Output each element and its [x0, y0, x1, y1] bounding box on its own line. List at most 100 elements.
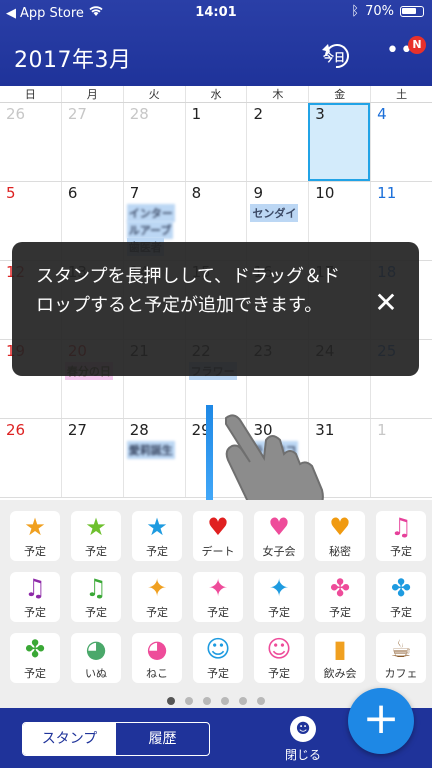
stamp-label: 予定 [390, 606, 412, 619]
stamp-icon: ☕ [390, 635, 412, 663]
stamp-item[interactable]: ✦ 予定 [132, 572, 182, 622]
stamp-item[interactable]: ✤ 予定 [376, 572, 426, 622]
stamp-icon: ♥ [268, 513, 290, 541]
page-dot[interactable] [167, 697, 175, 705]
stamp-item[interactable]: ✤ 予定 [315, 572, 365, 622]
stamp-item[interactable]: ★ 予定 [71, 511, 121, 561]
app-header: ◀ App Store 14:01 ᛒ 70% 2017年3月 今日 ••• N [0, 0, 432, 86]
stamp-item[interactable]: ☺ 予定 [193, 633, 243, 683]
stamp-label: いぬ [85, 667, 107, 680]
calendar-day[interactable]: 28 [122, 103, 185, 181]
day-number: 1 [191, 105, 202, 123]
notification-badge[interactable]: N [408, 36, 426, 54]
calendar-day[interactable]: 1 [184, 103, 247, 181]
battery-percent: 70% [365, 4, 394, 19]
stamp-label: 予定 [207, 606, 229, 619]
day-number: 27 [67, 421, 87, 439]
calendar-day[interactable]: 2 [246, 103, 308, 181]
close-palette-button[interactable]: ☻ 閉じる [280, 716, 326, 763]
stamp-item[interactable]: ♫ 予定 [71, 572, 121, 622]
calendar-day[interactable]: 1 [370, 419, 432, 497]
stamp-item[interactable]: ◕ いぬ [71, 633, 121, 683]
day-number: 26 [6, 421, 26, 439]
stamp-label: 予定 [85, 606, 107, 619]
stamp-icon: ★ [24, 513, 46, 541]
stamp-icon: ✤ [329, 574, 351, 602]
calendar-day-selected[interactable]: 3 [308, 103, 371, 181]
calendar-week: 26 27 28 1 2 3 4 [0, 103, 432, 182]
stamp-label: カフェ [384, 667, 418, 680]
page-dot[interactable] [239, 697, 247, 705]
page-dot[interactable] [221, 697, 229, 705]
stamp-icon: ☺ [266, 635, 292, 663]
stamp-item[interactable]: ♥ 女子会 [254, 511, 304, 561]
stamp-item[interactable]: ☺ 予定 [254, 633, 304, 683]
stamp-label: 予定 [146, 606, 168, 619]
stamp-item[interactable]: ♥ 秘密 [315, 511, 365, 561]
stamp-item[interactable]: ♥ デート [193, 511, 243, 561]
weekday-label: 日 [24, 88, 36, 101]
stamp-label: デート [201, 545, 235, 558]
calendar-day[interactable]: 26 [0, 103, 61, 181]
stamp-item[interactable]: ✦ 予定 [254, 572, 304, 622]
smile-icon: ☻ [290, 716, 316, 742]
stamp-label: 予定 [146, 545, 168, 558]
tutorial-toast: スタンプを長押しして、ドラッグ＆ドロップすると予定が追加できます。 ✕ [12, 242, 419, 376]
day-number: 1 [377, 421, 387, 439]
stamp-label: 秘密 [329, 545, 351, 558]
tab-history[interactable]: 履歴 [116, 723, 209, 755]
stamp-icon: ◕ [85, 635, 107, 663]
add-button[interactable]: + [348, 688, 414, 754]
close-icon[interactable]: ✕ [366, 286, 406, 319]
stamp-icon: ✦ [268, 574, 290, 602]
segment-control: スタンプ 履歴 [22, 722, 210, 756]
calendar-day[interactable]: 26 [0, 419, 61, 497]
stamp-icon: ♫ [85, 574, 107, 602]
weekday-label: 月 [60, 86, 123, 102]
page-dot[interactable] [257, 697, 265, 705]
day-number: 4 [377, 105, 387, 123]
stamp-label: 女子会 [262, 545, 296, 558]
calendar-event[interactable]: ルアーブ [126, 221, 174, 239]
calendar-day[interactable]: 27 [60, 103, 123, 181]
calendar-day[interactable]: 28 愛莉誕生 [122, 419, 185, 497]
page-dot[interactable] [185, 697, 193, 705]
calendar-event[interactable]: センダイ [250, 204, 299, 222]
stamp-icon: ♫ [24, 574, 46, 602]
page-dot[interactable] [203, 697, 211, 705]
stamp-icon: ★ [146, 513, 168, 541]
stamp-label: ねこ [146, 667, 168, 680]
stamp-icon: ✤ [390, 574, 412, 602]
stamp-label: 予定 [268, 667, 290, 680]
stamp-item[interactable]: ◕ ねこ [132, 633, 182, 683]
today-button[interactable]: 今日 [320, 40, 352, 72]
stamp-item[interactable]: ✦ 予定 [193, 572, 243, 622]
stamp-label: 予定 [85, 545, 107, 558]
stamp-icon: ♥ [329, 513, 351, 541]
tab-stamp[interactable]: スタンプ [23, 723, 116, 755]
stamp-item[interactable]: ♫ 予定 [376, 511, 426, 561]
stamp-item[interactable]: ♫ 予定 [10, 572, 60, 622]
toast-message: スタンプを長押しして、ドラッグ＆ドロップすると予定が追加できます。 [36, 266, 341, 316]
stamp-item[interactable]: ✤ 予定 [10, 633, 60, 683]
stamp-item[interactable]: ★ 予定 [10, 511, 60, 561]
day-number: 10 [315, 184, 335, 202]
stamp-icon: ★ [85, 513, 107, 541]
weekday-header: 日 月 火 水 木 金 土 [0, 86, 432, 103]
stamp-label: 予定 [24, 667, 46, 680]
calendar-day[interactable]: 27 [60, 419, 123, 497]
stamp-label: 予定 [329, 606, 351, 619]
day-number: 28 [129, 105, 149, 123]
stamp-icon: ♫ [390, 513, 412, 541]
stamp-item[interactable]: ☕ カフェ [376, 633, 426, 683]
calendar-day[interactable]: 4 [370, 103, 432, 181]
calendar-event[interactable]: 愛莉誕生 [126, 441, 175, 459]
day-number: 5 [6, 184, 16, 202]
stamp-item[interactable]: ★ 予定 [132, 511, 182, 561]
weekday-label: 土 [370, 86, 432, 102]
month-title[interactable]: 2017年3月 [14, 42, 132, 74]
stamp-icon: ▮ [333, 635, 347, 663]
stamp-item[interactable]: ▮ 飲み会 [315, 633, 365, 683]
close-palette-label: 閉じる [284, 748, 321, 762]
calendar-event[interactable]: インター [126, 204, 175, 222]
